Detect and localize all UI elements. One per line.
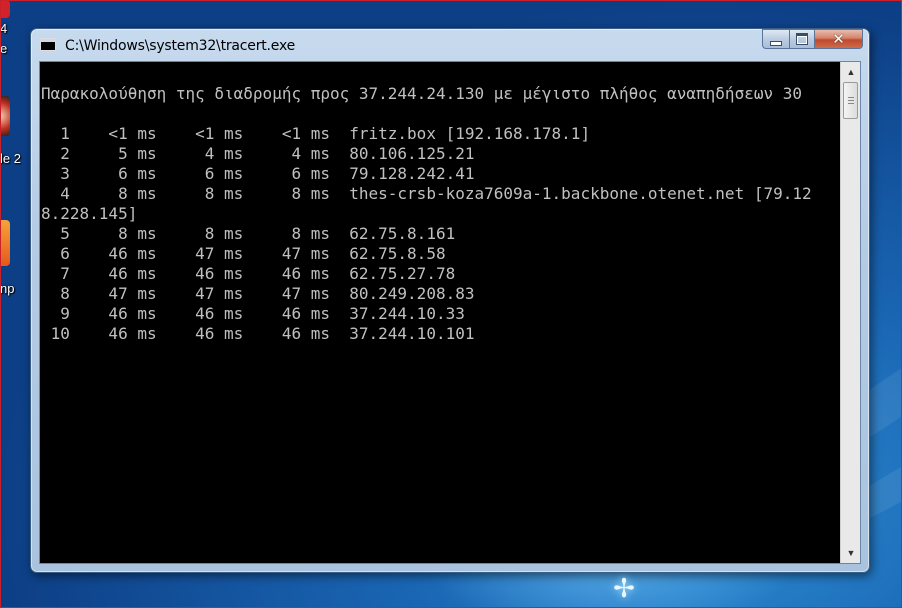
thumb-grip	[848, 103, 854, 104]
console-line: 3 6 ms 6 ms 6 ms 79.128.242.41	[41, 164, 475, 183]
maximize-button[interactable]	[789, 29, 815, 49]
console-line: 10 46 ms 46 ms 46 ms 37.244.10.101	[41, 324, 475, 343]
desktop-icon[interactable]	[0, 96, 10, 136]
thumb-grip	[848, 97, 854, 98]
desktop-icon-label: 4	[0, 21, 8, 36]
desktop-icons-strip: 4 e le 2 np	[0, 0, 28, 320]
console-output[interactable]: Παρακολούθηση της διαδρομής προς 37.244.…	[40, 62, 840, 563]
console-icon[interactable]	[40, 38, 56, 51]
console-line: 8.228.145]	[41, 204, 138, 223]
desktop-icon-label: np	[0, 281, 15, 296]
console-line: 8 47 ms 47 ms 47 ms 80.249.208.83	[41, 284, 475, 303]
tracert-window[interactable]: C:\Windows\system32\tracert.exe ✕ Παρακο…	[30, 28, 870, 573]
title-bar[interactable]: C:\Windows\system32\tracert.exe ✕	[31, 29, 869, 61]
thumb-grip	[848, 100, 854, 101]
window-title: C:\Windows\system32\tracert.exe	[65, 38, 296, 54]
close-icon: ✕	[832, 29, 845, 48]
desktop-icon-label: e	[0, 41, 8, 56]
close-button[interactable]: ✕	[815, 29, 863, 49]
console-client-area: Παρακολούθηση της διαδρομής προς 37.244.…	[39, 61, 861, 564]
maximize-icon	[796, 33, 808, 45]
console-line: 2 5 ms 4 ms 4 ms 80.106.125.21	[41, 144, 475, 163]
desktop-icon-label: le 2	[0, 151, 21, 166]
scroll-down-arrow-icon[interactable]: ▼	[843, 545, 859, 561]
console-line: 6 46 ms 47 ms 47 ms 62.75.8.58	[41, 244, 446, 263]
caption-buttons: ✕	[762, 29, 863, 49]
console-line: 5 8 ms 8 ms 8 ms 62.75.8.161	[41, 224, 456, 243]
desktop-icon[interactable]	[0, 220, 10, 266]
scroll-up-arrow-icon[interactable]: ▲	[843, 64, 859, 80]
console-line: 1 <1 ms <1 ms <1 ms fritz.box [192.168.1…	[41, 124, 591, 143]
desktop-icon[interactable]	[0, 0, 10, 18]
console-line: Παρακολούθηση της διαδρομής προς 37.244.…	[41, 84, 802, 103]
console-line: 9 46 ms 46 ms 46 ms 37.244.10.33	[41, 304, 465, 323]
minimize-icon	[770, 40, 782, 46]
desktop-flower-glow: ✢	[613, 573, 635, 603]
console-line: 4 8 ms 8 ms 8 ms thes-crsb-koza7609a-1.b…	[41, 184, 812, 203]
console-line: 7 46 ms 46 ms 46 ms 62.75.27.78	[41, 264, 456, 283]
scrollbar-thumb[interactable]	[843, 82, 858, 119]
minimize-button[interactable]	[762, 29, 789, 49]
vertical-scrollbar[interactable]: ▲ ▼	[840, 62, 860, 563]
